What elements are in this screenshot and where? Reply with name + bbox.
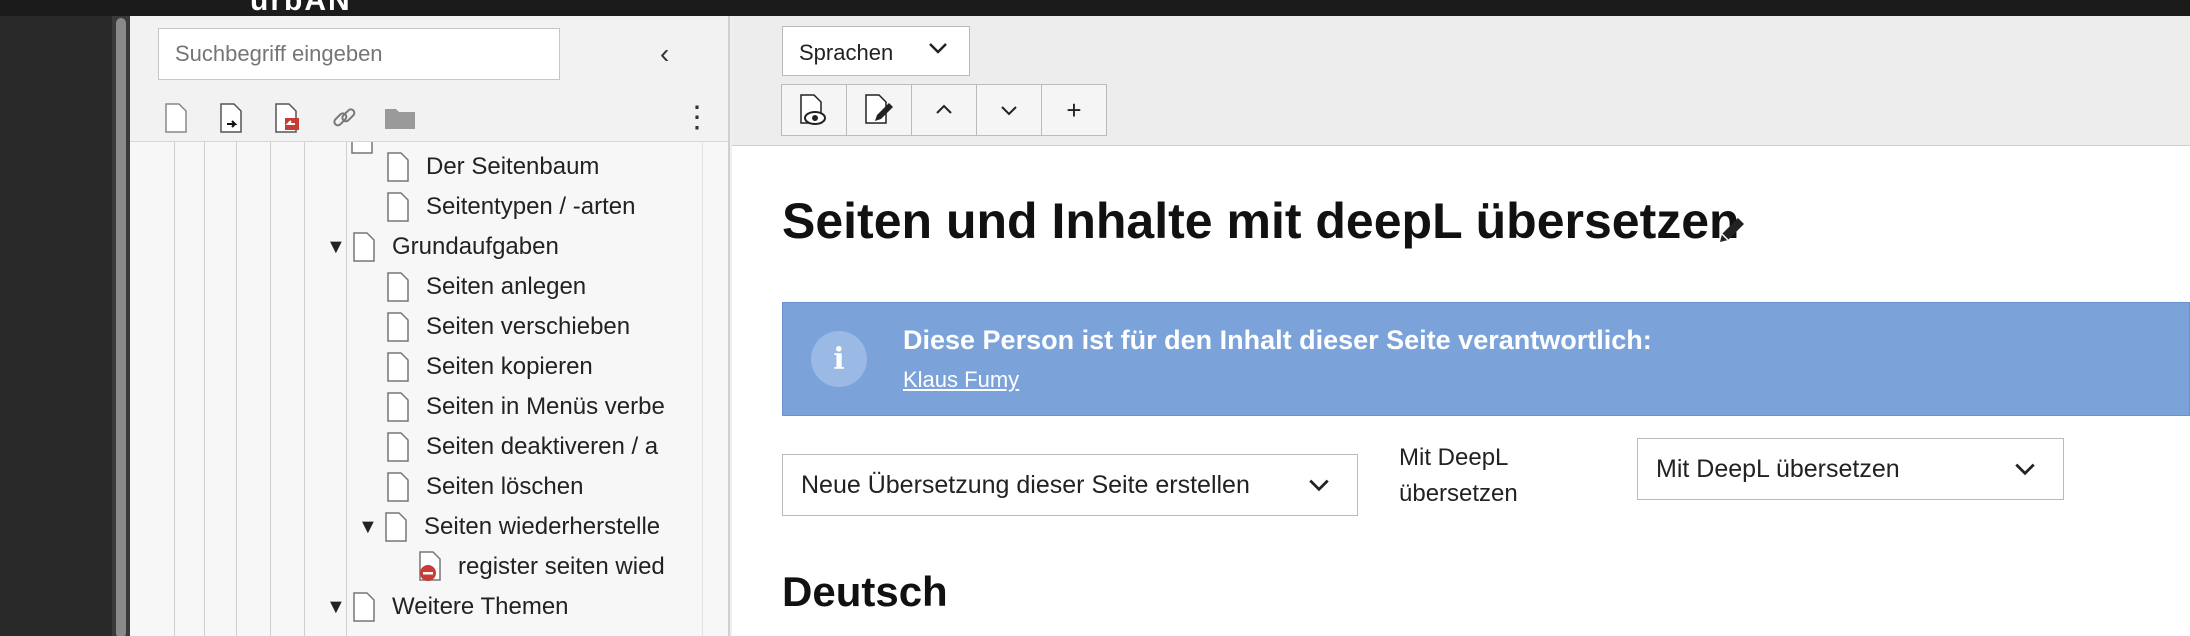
tree-node[interactable]: Seiten kopieren xyxy=(386,348,593,386)
section-heading: Deutsch xyxy=(782,568,948,615)
tree-node[interactable]: ▼ Grundaufgaben xyxy=(326,228,559,266)
translation-select-value: Neue Übersetzung dieser Seite erstellen xyxy=(801,471,1250,499)
tree-node[interactable]: Seiten anlegen xyxy=(386,268,586,306)
page-icon xyxy=(386,149,418,185)
chevron-down-icon xyxy=(1001,106,1017,116)
tree-node-label: Weitere Themen xyxy=(392,593,569,620)
page-title: Seiten und Inhalte mit deepL übersetzen xyxy=(782,193,1740,249)
page-icon xyxy=(386,469,418,505)
chevron-down-icon xyxy=(1307,473,1331,504)
move-down-button[interactable] xyxy=(976,84,1042,136)
content-area: Sprachen + Seiten und Inhalte mit deepL … xyxy=(732,16,2190,636)
tree-menu-button[interactable]: ⋮ xyxy=(682,100,712,135)
responsible-person-link[interactable]: Klaus Fumy xyxy=(903,367,1019,393)
chevron-up-icon xyxy=(936,104,952,114)
chevron-down-icon xyxy=(2013,457,2037,488)
tree-node[interactable]: register seiten wied xyxy=(418,548,665,586)
translation-select[interactable]: Neue Übersetzung dieser Seite erstellen xyxy=(782,454,1358,516)
module-scrollbar[interactable] xyxy=(112,16,130,636)
tree-node[interactable]: Der Seitenbaum xyxy=(386,148,599,186)
edit-title-icon[interactable] xyxy=(1716,212,1750,251)
tree-node[interactable]: Seiten löschen xyxy=(386,468,583,506)
new-page-icon[interactable] xyxy=(158,100,194,136)
expand-toggle-icon[interactable]: ▼ xyxy=(326,596,352,619)
info-heading: Diese Person ist für den Inhalt dieser S… xyxy=(903,325,1652,355)
folder-icon[interactable] xyxy=(382,100,418,136)
add-button[interactable]: + xyxy=(1041,84,1107,136)
hidden-page-icon xyxy=(418,549,450,585)
tree-node-label: register seiten wied xyxy=(458,553,665,580)
page-icon xyxy=(386,389,418,425)
doc-header: Sprachen + xyxy=(732,16,2190,146)
expand-toggle-icon[interactable]: ▼ xyxy=(358,516,384,539)
move-up-button[interactable] xyxy=(911,84,977,136)
tree-node-label: Seiten in Menüs verbe xyxy=(426,393,665,420)
doc-button-group: + xyxy=(781,84,1107,136)
tree-body: Der Seitenbaum Seitentypen / -arten ▼ Gr… xyxy=(130,142,728,636)
info-callout: i Diese Person ist für den Inhalt dieser… xyxy=(782,302,2190,416)
link-icon[interactable] xyxy=(326,100,362,136)
page-icon xyxy=(386,309,418,345)
page-icon xyxy=(386,269,418,305)
tree-node-label: Seiten löschen xyxy=(426,473,584,500)
tree-node-label: Der Seitenbaum xyxy=(426,153,600,180)
view-page-icon xyxy=(800,94,826,125)
tree-node[interactable]: Seiten in Menüs verbe xyxy=(386,388,665,426)
tree-node[interactable]: ▼ Weitere Themen xyxy=(326,588,569,626)
tree-node-label: Seiten wiederherstelle xyxy=(424,513,661,540)
page-tree-panel: ‹ ⋮ Der Seitenbaum Seitentypen / -arten xyxy=(130,16,730,636)
page-icon xyxy=(386,429,418,465)
new-shortcut-page-icon[interactable] xyxy=(214,100,250,136)
tree-node[interactable]: ▼ Seiten wiederherstelle xyxy=(358,508,660,546)
tree-search-input[interactable] xyxy=(158,28,560,80)
tree-node-label: Seiten anlegen xyxy=(426,273,587,300)
page-icon xyxy=(386,189,418,225)
chevron-down-icon xyxy=(927,37,949,65)
tree-node-label: Seiten kopieren xyxy=(426,353,593,380)
language-select[interactable]: Sprachen xyxy=(782,26,970,76)
tree-node-label: Seiten deaktiveren / a xyxy=(426,433,659,460)
tree-node-label: Seitentypen / -arten xyxy=(426,193,636,220)
page-icon xyxy=(386,349,418,385)
tree-node[interactable]: Seiten deaktiveren / a xyxy=(386,428,658,466)
page-icon xyxy=(352,589,384,625)
expand-toggle-icon[interactable]: ▼ xyxy=(326,236,352,259)
tree-node-label: Seiten verschieben xyxy=(426,313,631,340)
edit-page-properties-button[interactable] xyxy=(846,84,912,136)
deepl-select[interactable]: Mit DeepL übersetzen xyxy=(1637,438,2064,500)
info-icon: i xyxy=(811,331,867,387)
view-page-button[interactable] xyxy=(781,84,847,136)
edit-page-icon xyxy=(865,94,893,124)
language-select-value: Sprachen xyxy=(799,40,894,65)
page-icon xyxy=(384,509,416,545)
tree-node[interactable]: Seitentypen / -arten xyxy=(386,188,635,226)
deepl-label: Mit DeepL übersetzen xyxy=(1399,444,1518,507)
tree-node-label: Grundaufgaben xyxy=(392,233,559,260)
deepl-select-value: Mit DeepL übersetzen xyxy=(1656,455,1900,483)
tree-header: ‹ ⋮ xyxy=(130,16,728,142)
new-link-page-icon[interactable] xyxy=(270,100,306,136)
tree-node[interactable]: Seiten verschieben xyxy=(386,308,630,346)
tree-scrollbar[interactable] xyxy=(702,142,728,636)
page-icon xyxy=(352,229,384,265)
top-bar: urbAN xyxy=(0,0,2190,17)
tree-node-partial[interactable] xyxy=(350,142,390,158)
collapse-tree-button[interactable]: ‹ xyxy=(660,38,669,70)
